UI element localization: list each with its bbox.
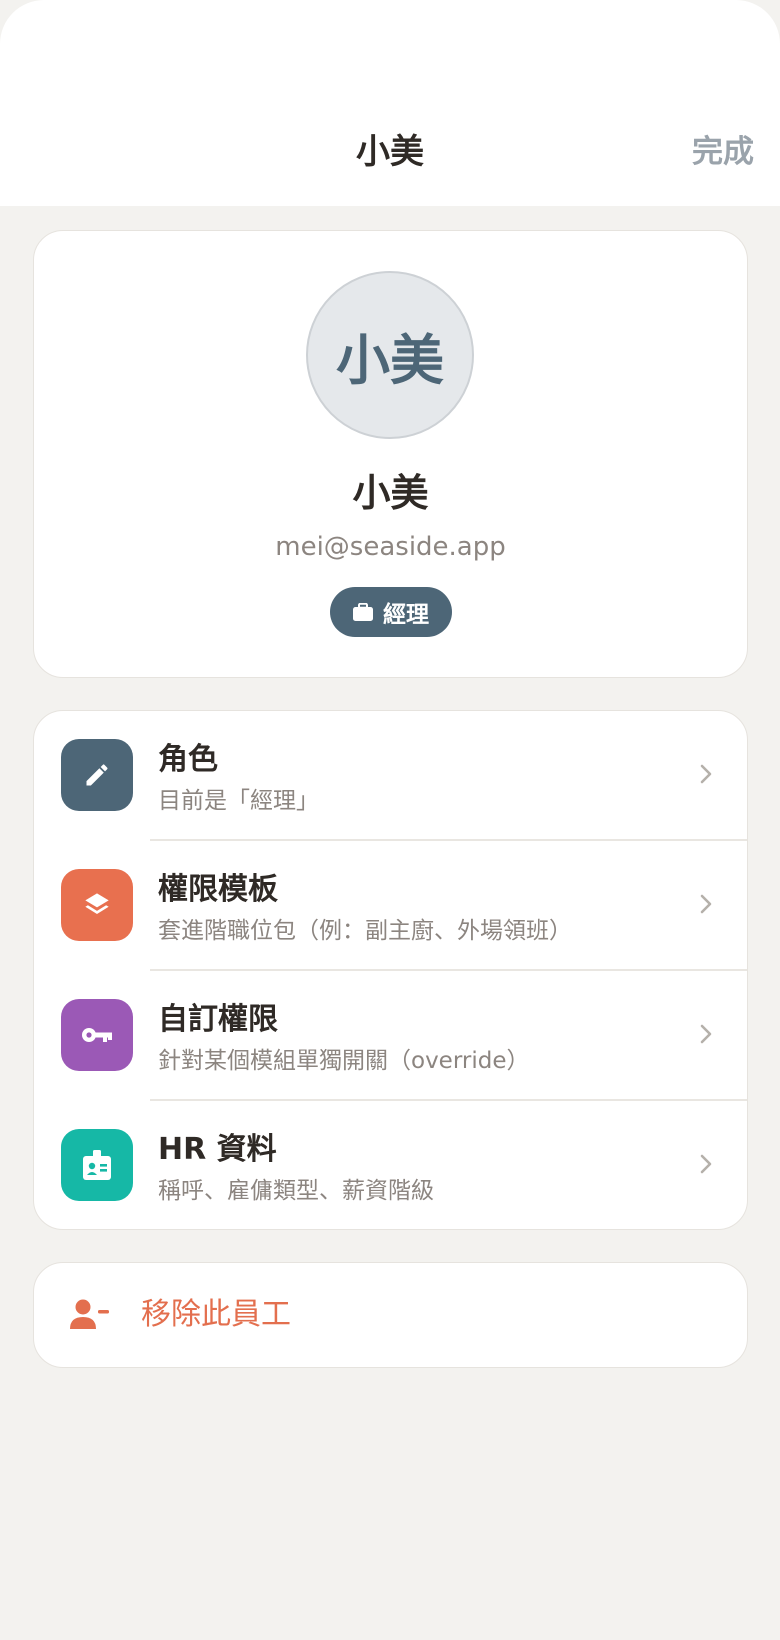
menu-item-subtitle: 套進階職位包（例：副主廚、外場領班） bbox=[158, 918, 572, 944]
menu-item-title: 角色 bbox=[158, 742, 218, 777]
role-badge-label: 經理 bbox=[383, 602, 429, 628]
remove-employee-label: 移除此員工 bbox=[141, 1297, 291, 1332]
pencil-icon bbox=[61, 739, 133, 811]
key-icon bbox=[61, 999, 133, 1071]
profile-email: mei@seaside.app bbox=[275, 532, 506, 562]
chevron-right-icon bbox=[699, 763, 713, 789]
briefcase-icon bbox=[353, 603, 373, 621]
menu-item-custom-permissions[interactable]: 自訂權限 針對某個模組單獨開關（override） bbox=[34, 971, 749, 1101]
profile-card: 小美 小美 mei@seaside.app 經理 bbox=[33, 230, 748, 678]
menu-item-hr-data[interactable]: HR 資料 稱呼、雇傭類型、薪資階級 bbox=[34, 1101, 749, 1231]
page-title: 小美 bbox=[356, 132, 424, 172]
layers-icon bbox=[61, 869, 133, 941]
chevron-right-icon bbox=[699, 1153, 713, 1179]
menu-item-subtitle: 稱呼、雇傭類型、薪資階級 bbox=[158, 1178, 434, 1204]
menu-item-subtitle: 針對某個模組單獨開關（override） bbox=[158, 1048, 530, 1074]
done-button[interactable]: 完成 bbox=[692, 128, 754, 176]
menu-item-role[interactable]: 角色 目前是「經理」 bbox=[34, 711, 749, 841]
menu-item-title: 權限模板 bbox=[158, 872, 278, 907]
role-badge: 經理 bbox=[330, 587, 452, 637]
user-minus-icon bbox=[70, 1298, 110, 1334]
avatar: 小美 bbox=[306, 271, 474, 439]
settings-menu: 角色 目前是「經理」 權限模板 套進階職位包（例：副主廚、外場領班） 自訂權限 … bbox=[33, 710, 748, 1230]
sheet-header: 小美 完成 bbox=[0, 0, 780, 206]
menu-item-title: HR 資料 bbox=[158, 1132, 277, 1167]
remove-employee-button[interactable]: 移除此員工 bbox=[33, 1262, 748, 1368]
id-badge-icon bbox=[61, 1129, 133, 1201]
menu-item-permission-template[interactable]: 權限模板 套進階職位包（例：副主廚、外場領班） bbox=[34, 841, 749, 971]
menu-item-title: 自訂權限 bbox=[158, 1002, 278, 1037]
chevron-right-icon bbox=[699, 893, 713, 919]
profile-name: 小美 bbox=[352, 471, 429, 515]
menu-item-subtitle: 目前是「經理」 bbox=[158, 788, 319, 814]
employee-detail-sheet: 小美 完成 小美 小美 mei@seaside.app 經理 角色 目前是「經理… bbox=[0, 0, 780, 1640]
chevron-right-icon bbox=[699, 1023, 713, 1049]
